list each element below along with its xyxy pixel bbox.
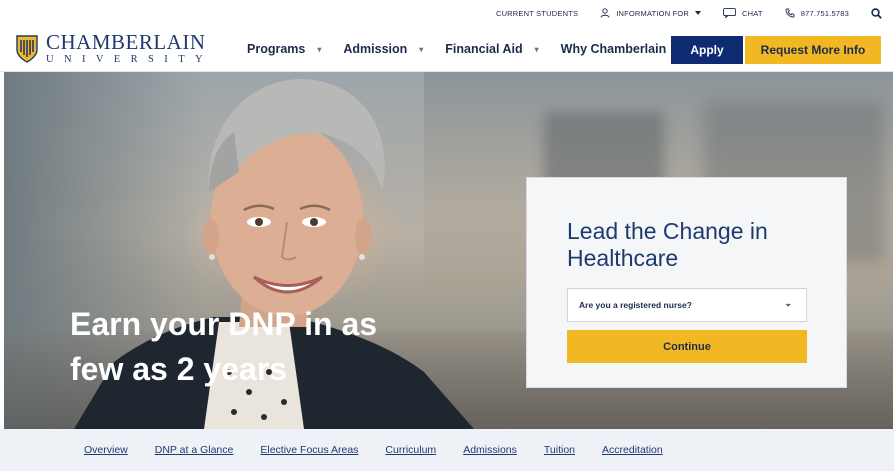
search-button[interactable] bbox=[871, 7, 882, 19]
hero-heading: Earn your DNP in as few as 2 years bbox=[70, 306, 378, 387]
nav-item-financial-aid[interactable]: Financial Aid ▾ bbox=[445, 42, 538, 56]
shield-logo-icon bbox=[16, 35, 38, 63]
logo-name: CHAMBERLAIN bbox=[46, 30, 206, 54]
chat-label: CHAT bbox=[742, 8, 763, 18]
lead-form-card: Lead the Change in Healthcare Are you a … bbox=[526, 177, 847, 388]
nav-item-programs[interactable]: Programs ▾ bbox=[247, 42, 321, 56]
continue-button[interactable]: Continue bbox=[567, 330, 807, 363]
subnav-item-admissions[interactable]: Admissions bbox=[463, 444, 517, 456]
nav-item-label: Programs bbox=[247, 42, 306, 56]
phone-number: 877.751.5783 bbox=[800, 8, 849, 18]
utility-bar: CURRENT STUDENTS INFORMATION FOR CHAT 87… bbox=[0, 0, 894, 26]
subnav-item-overview[interactable]: Overview bbox=[84, 444, 128, 456]
chat-icon bbox=[723, 8, 736, 18]
apply-button[interactable]: Apply bbox=[671, 36, 743, 64]
chevron-down-icon: ▾ bbox=[317, 44, 322, 54]
information-for-label: INFORMATION FOR bbox=[616, 8, 690, 18]
nav-item-label: Financial Aid bbox=[445, 42, 523, 56]
nav-item-admission[interactable]: Admission ▾ bbox=[343, 42, 423, 56]
subnav-item-tuition[interactable]: Tuition bbox=[544, 444, 575, 456]
select-value: Are you a registered nurse? bbox=[579, 300, 692, 310]
subnav-item-accreditation[interactable]: Accreditation bbox=[602, 444, 663, 456]
phone-icon bbox=[785, 8, 795, 18]
chevron-down-icon: ▾ bbox=[534, 44, 539, 54]
form-title: Lead the Change in Healthcare bbox=[567, 218, 768, 271]
current-students-link[interactable]: CURRENT STUDENTS bbox=[496, 9, 578, 18]
current-students-label: CURRENT STUDENTS bbox=[495, 8, 579, 18]
logo-subtitle: UNIVERSITY bbox=[46, 54, 213, 65]
request-more-info-button[interactable]: Request More Info bbox=[745, 36, 881, 64]
chevron-down-icon: ⌄ bbox=[784, 298, 792, 308]
chamberlain-logo[interactable]: CHAMBERLAIN UNIVERSITY bbox=[16, 32, 213, 66]
chevron-down-icon: ▾ bbox=[419, 44, 424, 54]
registered-nurse-select[interactable]: Are you a registered nurse? ⌄ bbox=[567, 288, 807, 322]
search-icon bbox=[871, 7, 882, 19]
subnav-item-curriculum[interactable]: Curriculum bbox=[385, 444, 436, 456]
subnav-item-elective-focus-areas[interactable]: Elective Focus Areas bbox=[260, 444, 358, 456]
nav-item-label: Admission bbox=[343, 42, 408, 56]
caret-down-icon bbox=[695, 11, 702, 15]
main-nav: CHAMBERLAIN UNIVERSITY Programs ▾ Admiss… bbox=[0, 26, 894, 72]
chat-link[interactable]: CHAT bbox=[723, 8, 763, 18]
phone-link[interactable]: 877.751.5783 bbox=[785, 8, 849, 18]
nav-item-label: Why Chamberlain bbox=[560, 42, 667, 56]
information-for-dropdown[interactable]: INFORMATION FOR bbox=[600, 8, 702, 18]
subnav-item-dnp-at-a-glance[interactable]: DNP at a Glance bbox=[155, 444, 234, 456]
primary-nav: Programs ▾ Admission ▾ Financial Aid ▾ W… bbox=[247, 26, 704, 72]
nav-item-why-chamberlain[interactable]: Why Chamberlain ▾ bbox=[561, 42, 683, 56]
page-subnav: Overview DNP at a Glance Elective Focus … bbox=[0, 429, 894, 471]
person-icon bbox=[600, 8, 610, 18]
